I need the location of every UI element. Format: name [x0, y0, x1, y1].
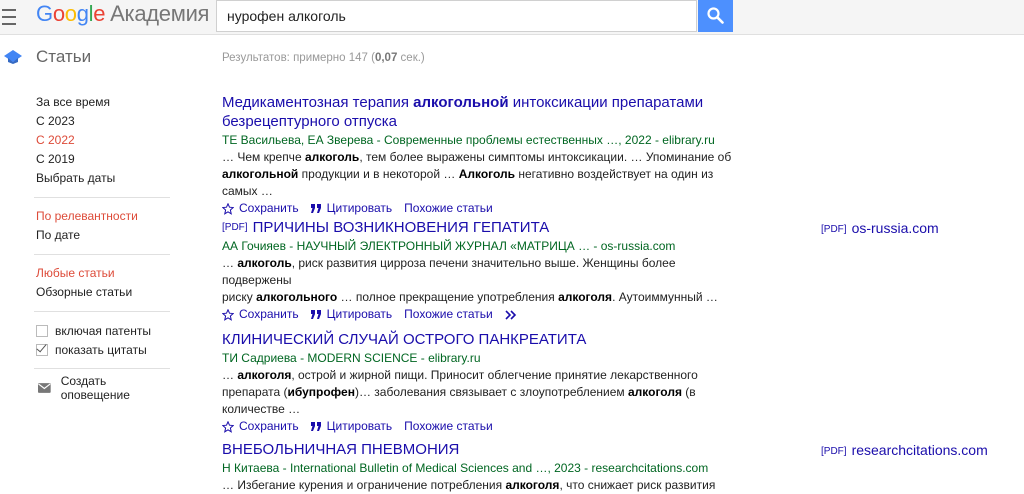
result-actions: Сохранить Цитировать Похожие статьи: [222, 200, 742, 217]
search-button[interactable]: [698, 0, 733, 32]
checkbox-checked[interactable]: [36, 343, 48, 356]
search-icon: [707, 7, 724, 24]
google-logo-text: Google: [36, 1, 106, 26]
side-pdf-link[interactable]: [PDF] researchcitations.com: [821, 442, 988, 458]
include-patents-checkbox[interactable]: включая патенты: [36, 321, 176, 340]
related-articles-link[interactable]: Похожие статьи: [404, 200, 493, 217]
cite-button[interactable]: Цитировать: [310, 200, 392, 217]
filter-since-2022[interactable]: С 2022: [36, 131, 176, 150]
divider: [34, 254, 170, 255]
quote-icon: [310, 422, 321, 431]
star-icon: [222, 202, 234, 215]
save-button[interactable]: Сохранить: [222, 200, 299, 217]
logo[interactable]: Google Академия: [36, 1, 209, 27]
filter-since-2019[interactable]: С 2019: [36, 150, 176, 169]
result-meta: ТИ Садриева - MODERN SCIENCE - elibrary.…: [222, 351, 481, 365]
filter-since-2023[interactable]: С 2023: [36, 112, 176, 131]
related-articles-link[interactable]: Похожие статьи: [404, 306, 493, 323]
filter-custom-range[interactable]: Выбрать даты: [36, 169, 176, 188]
divider: [34, 311, 170, 312]
result-snippet: … алкоголя, острой и жирной пищи. Принос…: [222, 368, 698, 416]
save-button[interactable]: Сохранить: [222, 418, 299, 435]
result-item: Медикаментозная терапия алкогольной инто…: [222, 93, 742, 217]
menu-icon[interactable]: [2, 4, 18, 26]
result-snippet: … алкоголь, риск развития цирроза печени…: [222, 256, 718, 304]
result-item: ВНЕБОЛЬНИЧНАЯ ПНЕВМОНИЯ Н Китаева - Inte…: [222, 440, 742, 494]
checkbox-unchecked[interactable]: [36, 324, 48, 337]
side-pdf-link[interactable]: [PDF] os-russia.com: [821, 220, 939, 236]
divider: [34, 197, 170, 198]
logo-subtitle: Академия: [110, 1, 210, 26]
scholar-cap-icon: [4, 50, 22, 64]
filter-any-time[interactable]: За все время: [36, 93, 176, 112]
type-review[interactable]: Обзорные статьи: [36, 283, 176, 302]
result-item: [PDF] ПРИЧИНЫ ВОЗНИКНОВЕНИЯ ГЕПАТИТА АА Г…: [222, 218, 742, 323]
create-alert-label: Создать оповещение: [60, 373, 130, 402]
result-title-link[interactable]: КЛИНИЧЕСКИЙ СЛУЧАЙ ОСТРОГО ПАНКРЕАТИТА: [222, 330, 742, 349]
create-alert-link[interactable]: Создать оповещение: [38, 374, 176, 402]
result-snippet: … Чем крепче алкоголь, тем более выражен…: [222, 150, 732, 198]
divider: [34, 368, 170, 369]
show-citations-checkbox[interactable]: показать цитаты: [36, 340, 176, 359]
envelope-icon: [38, 382, 51, 393]
results-stats: Результатов: примерно 147 (0,07 сек.): [222, 52, 425, 64]
double-chevron-icon: [505, 309, 516, 320]
more-options-button[interactable]: [505, 309, 522, 320]
star-icon: [222, 420, 234, 433]
show-citations-label: показать цитаты: [55, 342, 147, 357]
result-snippet: … Избегание курения и ограничение потреб…: [222, 478, 716, 492]
result-title-link[interactable]: Медикаментозная терапия алкогольной инто…: [222, 93, 742, 131]
result-title-link[interactable]: [PDF] ПРИЧИНЫ ВОЗНИКНОВЕНИЯ ГЕПАТИТА: [222, 218, 742, 237]
sort-date[interactable]: По дате: [36, 226, 176, 245]
search-box: [216, 0, 697, 32]
star-icon: [222, 308, 234, 321]
top-bar: Google Академия: [0, 0, 1024, 35]
result-actions: Сохранить Цитировать Похожие статьи: [222, 306, 742, 323]
result-meta: ТЕ Васильева, ЕА Зверева - Современные п…: [222, 133, 715, 147]
result-actions: Сохранить Цитировать Похожие статьи: [222, 418, 742, 435]
section-title[interactable]: Статьи: [36, 47, 91, 67]
include-patents-label: включая патенты: [55, 323, 151, 338]
quote-icon: [310, 310, 321, 319]
cite-button[interactable]: Цитировать: [310, 418, 392, 435]
save-button[interactable]: Сохранить: [222, 306, 299, 323]
result-title-link[interactable]: ВНЕБОЛЬНИЧНАЯ ПНЕВМОНИЯ: [222, 440, 742, 459]
result-meta: АА Гочияев - НАУЧНЫЙ ЭЛЕКТРОННЫЙ ЖУРНАЛ …: [222, 239, 676, 253]
result-item: КЛИНИЧЕСКИЙ СЛУЧАЙ ОСТРОГО ПАНКРЕАТИТА Т…: [222, 330, 742, 435]
sort-relevance[interactable]: По релевантности: [36, 207, 176, 226]
type-any[interactable]: Любые статьи: [36, 264, 176, 283]
related-articles-link[interactable]: Похожие статьи: [404, 418, 493, 435]
sidebar: За все время С 2023 С 2022 С 2019 Выбрат…: [34, 93, 176, 402]
quote-icon: [310, 204, 321, 213]
cite-button[interactable]: Цитировать: [310, 306, 392, 323]
search-input[interactable]: [217, 1, 687, 31]
result-meta: Н Китаева - International Bulletin of Me…: [222, 461, 709, 475]
